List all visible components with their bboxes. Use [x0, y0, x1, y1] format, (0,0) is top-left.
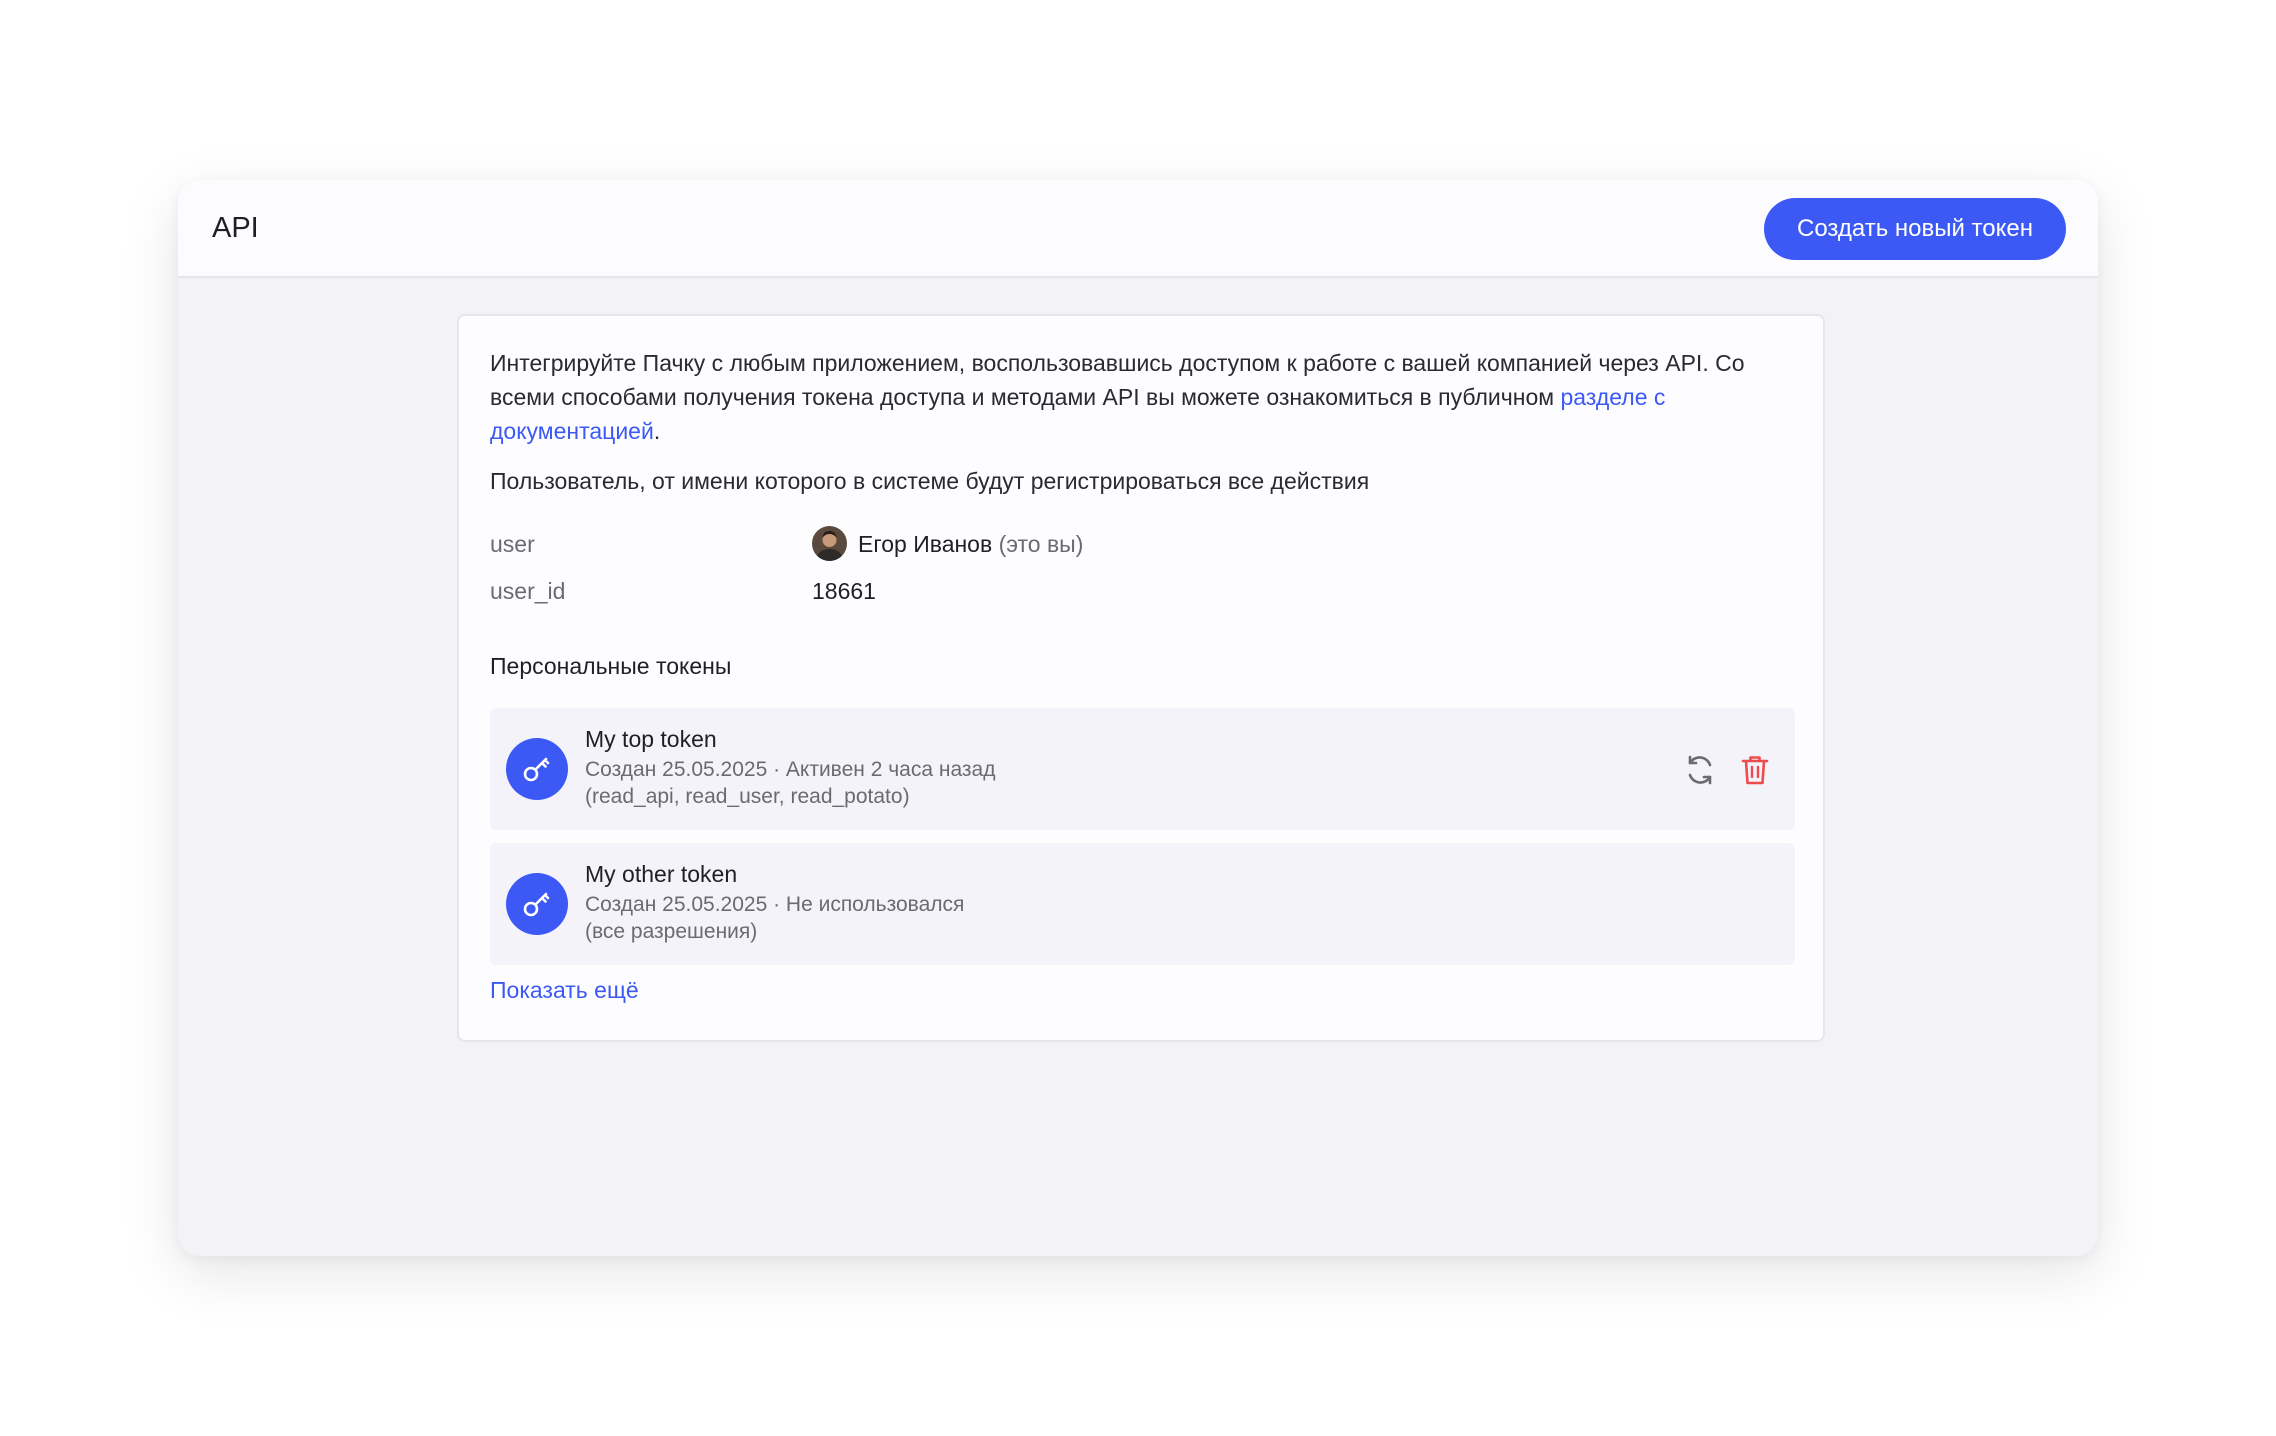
token-meta: Создан 25.05.2025 · Не использовался: [585, 893, 965, 916]
user-note: Пользователь, от имени которого в систем…: [490, 468, 1370, 494]
token-meta: Создан 25.05.2025 · Активен 2 часа назад: [585, 758, 996, 781]
user-id-label: user_id: [490, 578, 566, 604]
api-settings-window: API Создать новый токен Интегрируйте Пач…: [178, 180, 2098, 1256]
user-id-value: 18661: [812, 578, 876, 604]
user-name-line: Егор Иванов (это вы): [858, 528, 1083, 560]
intro-text-end: .: [653, 418, 661, 444]
create-new-token-button[interactable]: Создать новый токен: [1764, 198, 2066, 260]
user-label: user: [490, 531, 535, 557]
api-info-card: Интегрируйте Пачку с любым приложением, …: [457, 314, 1825, 1042]
token-name: My other token: [585, 861, 738, 887]
user-you-label: (это вы): [998, 531, 1084, 557]
token-scopes: (все разрешения): [585, 920, 758, 943]
personal-tokens-title: Персональные токены: [490, 653, 732, 679]
page-header: API Создать новый токен: [178, 180, 2098, 278]
refresh-icon: [1688, 755, 1712, 785]
page-title: API: [212, 212, 259, 244]
token-item: My other token Создан 25.05.2025 · Не ис…: [490, 843, 1795, 965]
user-name: Егор Иванов: [858, 531, 993, 557]
delete-token-button[interactable]: [1735, 750, 1775, 790]
token-icon-badge: [506, 738, 568, 800]
token-icon-badge: [506, 873, 568, 935]
token-name: My top token: [585, 726, 717, 752]
key-icon: [523, 757, 550, 782]
avatar: [812, 526, 847, 561]
avatar-image: [812, 526, 847, 561]
regenerate-token-button[interactable]: [1680, 750, 1720, 790]
show-more-link[interactable]: Показать ещё: [490, 974, 639, 1006]
trash-icon: [1741, 756, 1769, 785]
token-scopes: (read_api, read_user, read_potato): [585, 785, 910, 808]
intro-text-start: Интегрируйте Пачку с любым приложением, …: [490, 350, 1745, 410]
token-item: My top token Создан 25.05.2025 · Активен…: [490, 708, 1795, 830]
intro-text: Интегрируйте Пачку с любым приложением, …: [490, 346, 1800, 448]
key-icon: [523, 892, 550, 917]
